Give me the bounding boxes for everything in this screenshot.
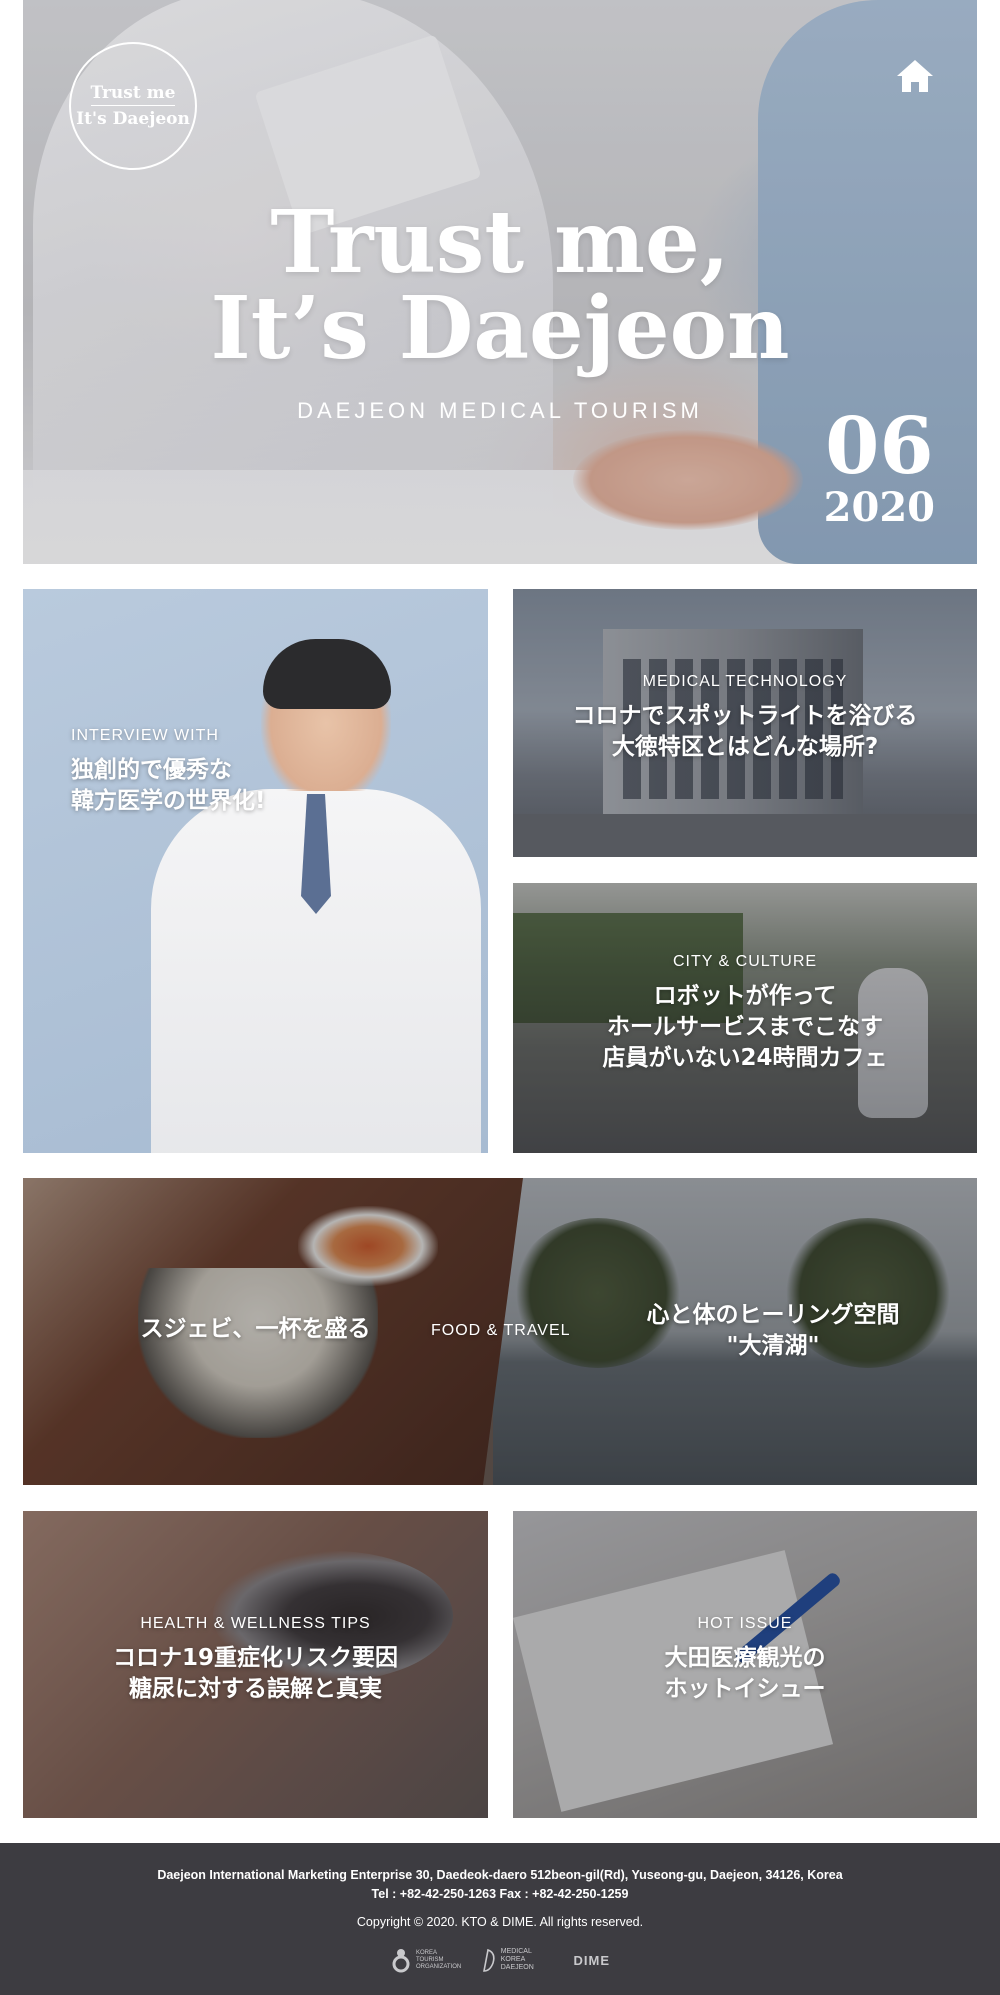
site-footer: Daejeon International Marketing Enterpri…: [0, 1843, 1000, 1995]
dime-logo-text: DIME: [573, 1952, 610, 1968]
home-icon[interactable]: [895, 58, 935, 94]
card-food-travel[interactable]: スジェビ、一杯を盛る FOOD & TRAVEL 心と体のヒーリング空間 "大清…: [23, 1178, 977, 1485]
kto-logo[interactable]: KOREA TOURISM ORGANIZATION: [390, 1947, 462, 1973]
dime-logo[interactable]: DIME: [574, 1953, 611, 1968]
card-city-culture[interactable]: CITY & CULTURE ロボットが作って ホールサービスまでこなす 店員が…: [513, 883, 977, 1153]
card-headline: ホットイシュー: [664, 1676, 826, 1702]
card-kicker: INTERVIEW WITH: [71, 727, 219, 744]
card-headline-food[interactable]: スジェビ、一杯を盛る: [23, 1314, 488, 1345]
kto-emblem-icon: [392, 1949, 410, 1973]
logo-text-line2: It's Daejeon: [76, 109, 190, 129]
card-interview[interactable]: INTERVIEW WITH 独創的で優秀な 韓方医学の世界化!: [23, 589, 488, 1153]
card-kicker: FOOD & TRAVEL: [431, 1322, 571, 1339]
medical-korea-daejeon-logo[interactable]: MEDICAL KOREA DAEJEON: [481, 1947, 553, 1973]
footer-copyright: Copyright © 2020. KTO & DIME. All rights…: [356, 1915, 644, 1929]
site-logo[interactable]: Trust me It's Daejeon: [69, 42, 197, 170]
footer-logos: KOREA TOURISM ORGANIZATION MEDICAL KOREA…: [390, 1945, 610, 1975]
card-headline: 糖尿に対する誤解と真実: [129, 1676, 382, 1702]
kto-logo-text: KOREA TOURISM ORGANIZATION: [416, 1949, 462, 1970]
card-headline: 大田医療観光の: [664, 1645, 826, 1671]
card-headline: 大徳特区とはどんな場所?: [611, 734, 879, 760]
card-headline: 韓方医学の世界化!: [71, 788, 266, 814]
medical-korea-emblem-icon: [482, 1948, 495, 1972]
footer-address: Daejeon International Marketing Enterpri…: [157, 1868, 843, 1882]
medical-korea-logo-text: MEDICAL KOREA DAEJEON: [500, 1948, 534, 1971]
card-medical-technology[interactable]: MEDICAL TECHNOLOGY コロナでスポットライトを浴びる 大徳特区と…: [513, 589, 977, 857]
logo-text-line1: Trust me: [90, 83, 176, 106]
issue-year: 2020: [823, 484, 935, 531]
footer-contact: Tel : +82-42-250-1263 Fax : +82-42-250-1…: [371, 1887, 629, 1901]
issue-month: 06: [825, 401, 934, 492]
card-headline: ロボットが作って: [653, 983, 837, 1009]
card-headline: 店員がいない24時間カフェ: [602, 1045, 888, 1071]
card-hot-issue[interactable]: HOT ISSUE 大田医療観光の ホットイシュー: [513, 1511, 977, 1818]
hero-title-line1: Trust me,: [270, 192, 730, 293]
card-kicker: HEALTH & WELLNESS TIPS: [140, 1615, 371, 1632]
card-headline: コロナ19重症化リスク要因: [112, 1645, 398, 1671]
card-kicker: HOT ISSUE: [697, 1615, 793, 1632]
card-headline: ホールサービスまでこなす: [607, 1014, 883, 1040]
card-headline: コロナでスポットライトを浴びる: [572, 703, 918, 729]
card-headline-travel: 心と体のヒーリング空間: [646, 1302, 900, 1328]
hero-banner: Trust me It's Daejeon Trust me, It’s Dae…: [23, 0, 977, 564]
card-health-wellness[interactable]: HEALTH & WELLNESS TIPS コロナ19重症化リスク要因 糖尿に…: [23, 1511, 488, 1818]
card-kicker: MEDICAL TECHNOLOGY: [642, 673, 848, 690]
card-headline-travel: "大清湖": [726, 1333, 820, 1359]
hero-title-line2: It’s Daejeon: [210, 278, 790, 379]
card-headline: 独創的で優秀な: [71, 757, 232, 783]
issue-date: 06 2020: [824, 408, 935, 528]
card-kicker: CITY & CULTURE: [672, 953, 818, 970]
